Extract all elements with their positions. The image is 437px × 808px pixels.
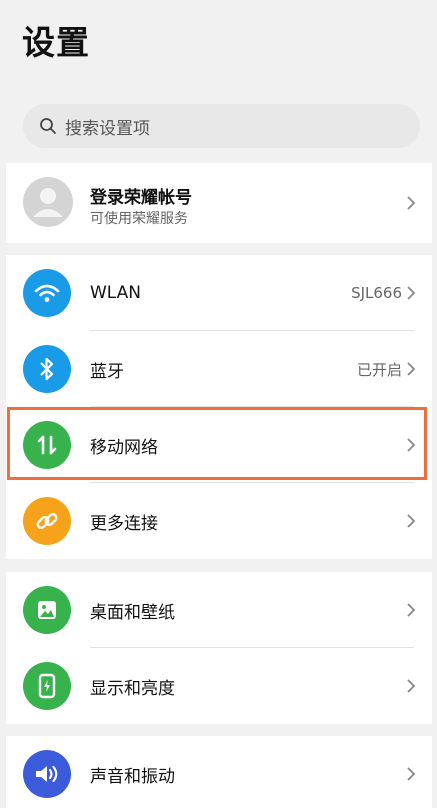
wifi-icon xyxy=(23,269,71,317)
display-icon xyxy=(23,662,71,710)
sound-label: 声音和振动 xyxy=(90,766,175,787)
chevron-right-icon xyxy=(404,283,418,303)
search-bar[interactable]: 搜索设置项 xyxy=(23,104,420,148)
chevron-right-icon xyxy=(404,359,418,379)
settings-item-bluetooth[interactable]: 蓝牙 已开启 xyxy=(6,331,432,407)
chevron-right-icon xyxy=(404,435,418,455)
chevron-right-icon xyxy=(404,676,418,696)
search-icon xyxy=(37,115,59,137)
account-card[interactable]: 登录荣耀帐号 可使用荣耀服务 xyxy=(6,163,432,243)
account-row[interactable]: 登录荣耀帐号 可使用荣耀服务 xyxy=(6,163,432,243)
mobile-network-label: 移动网络 xyxy=(90,437,158,458)
search-placeholder: 搜索设置项 xyxy=(65,118,150,139)
settings-item-mobile-network[interactable]: 移动网络 xyxy=(6,407,432,483)
wlan-label: WLAN xyxy=(90,283,142,303)
mobile-data-icon xyxy=(23,421,71,469)
bluetooth-icon xyxy=(23,345,71,393)
sound-icon xyxy=(23,750,71,798)
display-group: 桌面和壁纸 显示和亮度 xyxy=(6,572,432,724)
chevron-right-icon xyxy=(404,600,418,620)
avatar xyxy=(23,177,73,227)
account-subtitle: 可使用荣耀服务 xyxy=(90,211,188,227)
connectivity-group: WLAN SJL666 蓝牙 已开启 移动网络 更多连接 xyxy=(6,255,432,559)
display-label: 显示和亮度 xyxy=(90,678,175,699)
wallpaper-label: 桌面和壁纸 xyxy=(90,602,175,623)
settings-item-wlan[interactable]: WLAN SJL666 xyxy=(6,255,432,331)
chevron-right-icon xyxy=(404,193,418,213)
more-connections-label: 更多连接 xyxy=(90,513,158,534)
settings-item-wallpaper[interactable]: 桌面和壁纸 xyxy=(6,572,432,648)
bluetooth-value: 已开启 xyxy=(356,360,402,379)
settings-item-sound[interactable]: 声音和振动 xyxy=(6,736,432,808)
chevron-right-icon xyxy=(404,511,418,531)
settings-item-more-connections[interactable]: 更多连接 xyxy=(6,483,432,559)
sound-group: 声音和振动 xyxy=(6,736,432,808)
wallpaper-icon xyxy=(23,586,71,634)
bluetooth-label: 蓝牙 xyxy=(90,361,124,382)
page-title: 设置 xyxy=(22,23,90,62)
link-icon xyxy=(23,497,71,545)
settings-item-display[interactable]: 显示和亮度 xyxy=(6,648,432,724)
chevron-right-icon xyxy=(404,764,418,784)
account-title: 登录荣耀帐号 xyxy=(90,188,192,208)
wlan-value: SJL666 xyxy=(351,284,402,302)
